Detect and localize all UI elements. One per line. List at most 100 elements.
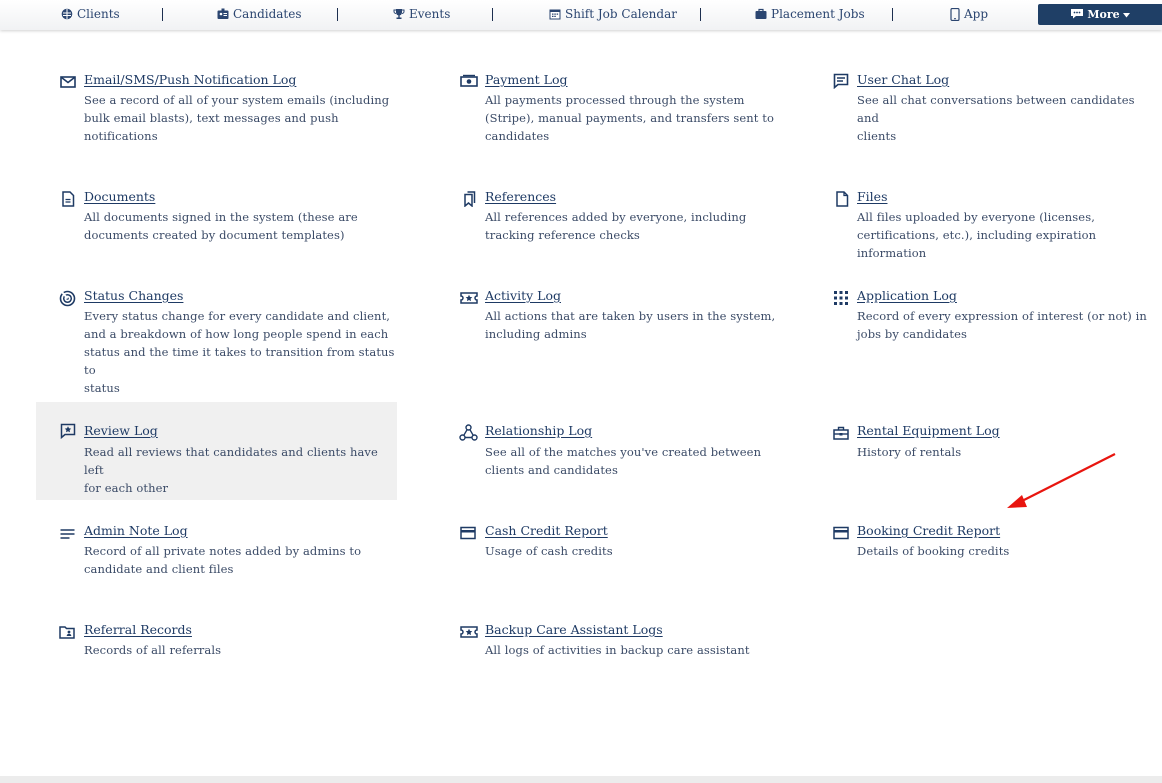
money-icon (460, 73, 478, 89)
nav-divider (162, 8, 163, 21)
nav-label: Shift Job Calendar (565, 7, 677, 21)
nav-divider (892, 8, 893, 21)
card-booking-credit-report[interactable]: Booking Credit Report Details of booking… (830, 519, 1150, 579)
nav-label: Placement Jobs (771, 7, 865, 21)
desc-line: Details of booking credits (857, 544, 1010, 558)
card-documents[interactable]: Documents All documents signed in the sy… (56, 185, 396, 255)
top-navigation-bar: Clients Candidates Events Shift Job Cale… (0, 0, 1162, 30)
desc-line: documents created by document templates) (84, 228, 345, 242)
card-referral-records[interactable]: Referral Records Records of all referral… (56, 618, 396, 678)
card-rental-equipment-log[interactable]: Rental Equipment Log History of rentals (830, 419, 1150, 479)
bookmarks-icon (461, 191, 477, 208)
desc-line: See all chat conversations between candi… (857, 93, 1135, 125)
desc-line: clients (857, 129, 897, 143)
nav-divider (492, 8, 493, 21)
card-description: All references added by everyone, includ… (485, 208, 746, 244)
card-description: See a record of all of your system email… (84, 91, 389, 145)
chat-icon (833, 73, 849, 90)
card-description: All payments processed through the syste… (485, 91, 774, 145)
card-application-log[interactable]: Application Log Record of every expressi… (830, 284, 1150, 354)
card-description: All actions that are taken by users in t… (485, 307, 775, 343)
card-backup-care-assistant-logs[interactable]: Backup Care Assistant Logs All logs of a… (457, 618, 797, 678)
card-status-changes[interactable]: Status Changes Every status change for e… (56, 284, 396, 395)
review-star-icon (60, 423, 76, 440)
trophy-icon (393, 8, 405, 20)
card-title[interactable]: Rental Equipment Log (857, 423, 1000, 438)
desc-line: All files uploaded by everyone (licenses… (857, 210, 1095, 224)
nav-candidates[interactable]: Candidates (217, 0, 302, 28)
card-title[interactable]: Cash Credit Report (485, 523, 608, 538)
card-title[interactable]: Booking Credit Report (857, 523, 1000, 538)
desc-line: Usage of cash credits (485, 544, 613, 558)
nav-clients[interactable]: Clients (61, 0, 120, 28)
card-relationship-log[interactable]: Relationship Log See all of the matches … (457, 419, 797, 489)
nav-placement-jobs[interactable]: Placement Jobs (755, 0, 865, 28)
card-title[interactable]: Status Changes (84, 288, 183, 303)
card-references[interactable]: References All references added by every… (457, 185, 797, 255)
card-files[interactable]: Files All files uploaded by everyone (li… (830, 185, 1150, 260)
folder-person-icon (59, 624, 75, 640)
card-title[interactable]: Activity Log (485, 288, 561, 303)
toolbox-icon (833, 425, 849, 441)
ticket-star-icon (460, 624, 478, 640)
card-description: History of rentals (857, 443, 961, 461)
nav-shift-job-calendar[interactable]: Shift Job Calendar (549, 0, 677, 28)
desc-line: bulk email blasts), text messages and pu… (84, 111, 339, 125)
card-title[interactable]: Documents (84, 189, 155, 204)
desc-line: All payments processed through the syste… (485, 93, 745, 107)
desc-line: Every status change for every candidate … (84, 309, 391, 323)
card-title[interactable]: User Chat Log (857, 72, 949, 87)
nav-label: Clients (77, 7, 120, 21)
card-description: Every status change for every candidate … (84, 307, 396, 397)
desc-line: notifications (84, 129, 158, 143)
calendar-icon (549, 8, 561, 20)
desc-line: jobs by candidates (857, 327, 968, 341)
card-description: All files uploaded by everyone (licenses… (857, 208, 1150, 262)
card-review-log[interactable]: Review Log Read all reviews that candida… (36, 402, 397, 500)
card-title[interactable]: Payment Log (485, 72, 568, 87)
card-description: Records of all referrals (84, 641, 221, 659)
card-description: See all of the matches you've created be… (485, 443, 761, 479)
ticket-star-icon (460, 290, 478, 306)
card-user-chat-log[interactable]: User Chat Log See all chat conversations… (830, 68, 1150, 148)
card-title[interactable]: Admin Note Log (84, 523, 188, 538)
card-title[interactable]: Files (857, 189, 887, 204)
desc-line: status (84, 381, 120, 395)
desc-line: Record of every expression of interest (… (857, 309, 1147, 323)
document-icon (60, 191, 76, 207)
desc-line: candidates (485, 129, 550, 143)
nav-app[interactable]: App (950, 0, 988, 28)
desc-line: Read all reviews that candidates and cli… (84, 445, 378, 477)
desc-line: Records of all referrals (84, 643, 222, 657)
credit-card-icon (833, 525, 849, 541)
card-activity-log[interactable]: Activity Log All actions that are taken … (457, 284, 797, 354)
desc-line: History of rentals (857, 445, 962, 459)
desc-line: for each other (84, 481, 169, 495)
card-title[interactable]: References (485, 189, 556, 204)
desc-line: All actions that are taken by users in t… (485, 309, 776, 323)
card-description: All logs of activities in backup care as… (485, 641, 750, 659)
comment-icon (1070, 8, 1084, 22)
card-title[interactable]: Email/SMS/Push Notification Log (84, 72, 296, 87)
footer-strip (0, 776, 1162, 783)
nav-events[interactable]: Events (393, 0, 450, 28)
card-title[interactable]: Relationship Log (485, 423, 592, 438)
card-title[interactable]: Backup Care Assistant Logs (485, 622, 663, 637)
card-description: See all chat conversations between candi… (857, 91, 1150, 145)
card-description: All documents signed in the system (thes… (84, 208, 358, 244)
desc-line: All references added by everyone, includ… (485, 210, 747, 224)
desc-line: Record of all private notes added by adm… (84, 544, 362, 558)
file-icon (834, 191, 850, 207)
more-dropdown-button[interactable]: More (1038, 4, 1162, 25)
relationship-icon (459, 424, 478, 441)
desc-line: including admins (485, 327, 587, 341)
card-cash-credit-report[interactable]: Cash Credit Report Usage of cash credits (457, 519, 797, 579)
desc-line: and a breakdown of how long people spend… (84, 327, 389, 341)
card-admin-note-log[interactable]: Admin Note Log Record of all private not… (56, 519, 396, 589)
card-payment-log[interactable]: Payment Log All payments processed throu… (457, 68, 797, 148)
card-title[interactable]: Review Log (84, 423, 158, 438)
card-title[interactable]: Application Log (857, 288, 957, 303)
card-email-sms-push-log[interactable]: Email/SMS/Push Notification Log See a re… (56, 68, 396, 148)
id-badge-icon (217, 8, 229, 20)
card-title[interactable]: Referral Records (84, 622, 192, 637)
